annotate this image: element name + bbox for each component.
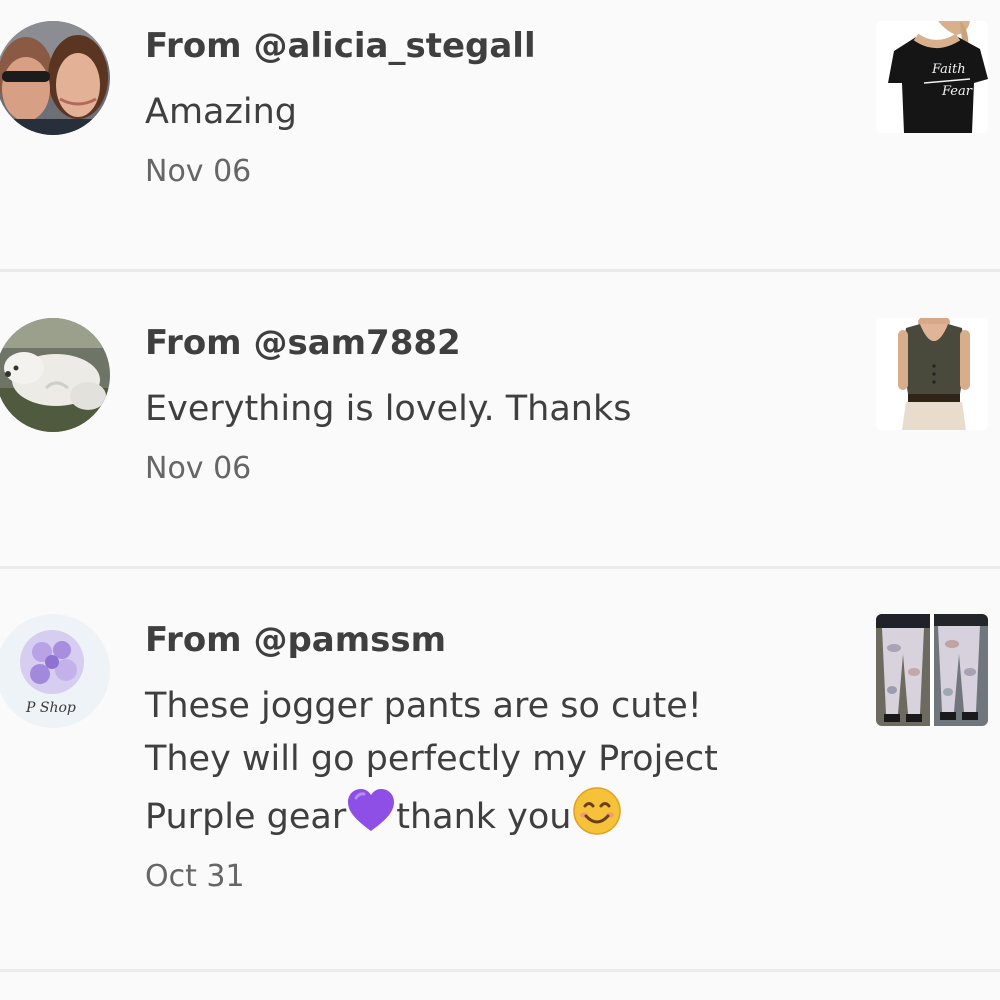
product-thumbnail-camo-joggers[interactable] [876, 614, 988, 726]
from-label: From [145, 26, 254, 66]
review-date: Oct 31 [145, 859, 245, 894]
review-author: From @pamssm [145, 616, 845, 664]
review-content: From @sam7882 Everything is lovely. Than… [145, 319, 845, 490]
review-date: Nov 06 [145, 451, 252, 486]
product-thumbnail-tank-top[interactable] [876, 318, 988, 430]
review-comment: These jogger pants are so cute! They wil… [145, 680, 785, 844]
purple-heart-icon [348, 789, 395, 831]
from-label: From [145, 620, 254, 660]
smiling-face-icon [572, 787, 621, 835]
svg-text:Faith: Faith [931, 62, 966, 77]
review-item: From @sam7882 Everything is lovely. Than… [0, 272, 1000, 569]
svg-text:Fear: Fear [941, 84, 973, 99]
user-avatar-couple-photo[interactable] [0, 21, 110, 135]
review-comment-text-end: thank you [396, 797, 572, 837]
review-content: From @pamssm These jogger pants are so c… [145, 616, 845, 898]
author-handle-link[interactable]: @pamssm [253, 620, 446, 660]
review-comment: Amazing [145, 92, 297, 132]
review-author: From @alicia_stegall [145, 22, 845, 70]
reviews-list: From @alicia_stegall Amazing Nov 06 Fait… [0, 0, 1000, 1000]
review-author: From @sam7882 [145, 319, 845, 367]
avatar-logo-text: P Shop [25, 700, 76, 716]
from-label: From [145, 323, 254, 363]
review-content: From @alicia_stegall Amazing Nov 06 [145, 22, 845, 193]
user-avatar-p-shop-logo[interactable]: P Shop [0, 614, 110, 728]
review-item: From @alicia_stegall Amazing Nov 06 Fait… [0, 0, 1000, 272]
author-handle-link[interactable]: @alicia_stegall [253, 26, 535, 66]
review-date: Nov 06 [145, 154, 252, 189]
user-avatar-dog-photo[interactable] [0, 318, 110, 432]
review-item: P Shop From @pamssm These jogger pants a… [0, 569, 1000, 972]
review-comment: Everything is lovely. Thanks [145, 389, 632, 429]
product-thumbnail-black-tshirt[interactable]: Faith Fear [876, 21, 988, 133]
author-handle-link[interactable]: @sam7882 [253, 323, 460, 363]
